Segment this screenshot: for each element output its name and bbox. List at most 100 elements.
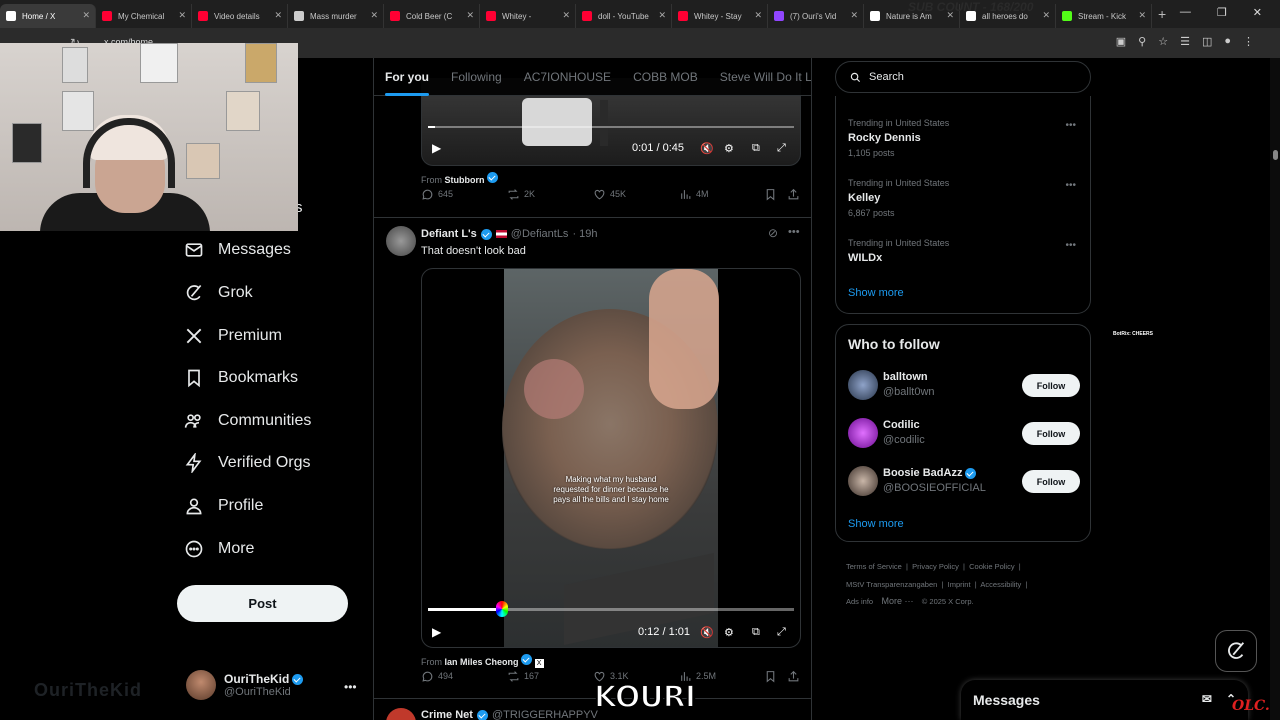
extensions-icon[interactable]: ☰ <box>1180 35 1190 48</box>
trend-more-icon[interactable]: ••• <box>1065 240 1076 251</box>
scrollbar[interactable] <box>1270 58 1280 720</box>
settings-icon[interactable]: ⚙ <box>724 626 734 639</box>
reply-button[interactable]: 494 <box>421 670 453 683</box>
close-tab-icon[interactable]: ✕ <box>754 10 762 21</box>
trend-item[interactable]: Trending in United States Rocky Dennis 1… <box>848 118 949 158</box>
footer-link[interactable]: Ads info <box>846 597 873 606</box>
sidebar-item-messages[interactable]: Messages <box>184 240 291 260</box>
share-icon[interactable] <box>787 670 800 683</box>
trend-item[interactable]: Trending in United States WILDx <box>848 238 949 264</box>
close-window-icon[interactable]: ✕ <box>1253 6 1262 19</box>
close-tab-icon[interactable]: ✕ <box>850 10 858 21</box>
footer-more[interactable]: More ··· <box>881 596 913 606</box>
footer-link[interactable]: Privacy Policy <box>912 562 959 571</box>
follow-suggestion[interactable]: Codilic @codilic Follow <box>848 418 1080 450</box>
follow-suggestion[interactable]: Boosie BadAzz @BOOSIEOFFICIAL Follow <box>848 466 1080 498</box>
sidebar-item-more[interactable]: More <box>184 539 254 559</box>
sidebar-item-premium[interactable]: Premium <box>184 326 282 346</box>
share-icon[interactable] <box>787 188 800 201</box>
browser-tab[interactable]: Stream - Kick ✕ <box>1056 4 1152 28</box>
repost-button[interactable]: 2K <box>507 188 535 201</box>
footer-link[interactable]: Cookie Policy <box>969 562 1014 571</box>
browser-tab[interactable]: Mass murder ✕ <box>288 4 384 28</box>
post-time[interactable]: · 19h <box>572 228 597 240</box>
star-icon[interactable]: ☆ <box>1158 35 1168 48</box>
tab-for-you[interactable]: For you <box>374 58 440 96</box>
settings-icon[interactable]: ⚙ <box>724 142 734 155</box>
post2-video[interactable]: Making what my husband requested for din… <box>421 268 801 648</box>
footer-link[interactable]: Terms of Service <box>846 562 902 571</box>
close-tab-icon[interactable]: ✕ <box>658 10 666 21</box>
close-tab-icon[interactable]: ✕ <box>562 10 570 21</box>
browser-tab[interactable]: (7) Ouri's Vid ✕ <box>768 4 864 28</box>
account-switcher[interactable]: OuriTheKid @OuriTheKid <box>186 670 304 700</box>
pip-icon[interactable]: ⧉ <box>752 142 760 155</box>
sidepanel-icon[interactable]: ◫ <box>1202 35 1212 48</box>
cast-icon[interactable]: ▣ <box>1116 35 1126 48</box>
close-tab-icon[interactable]: ✕ <box>370 10 378 21</box>
follow-button[interactable]: Follow <box>1022 470 1080 493</box>
close-tab-icon[interactable]: ✕ <box>274 10 282 21</box>
progress-track[interactable] <box>428 608 794 611</box>
follow-button[interactable]: Follow <box>1022 374 1080 397</box>
footer-link[interactable]: Accessibility <box>980 580 1021 589</box>
tab-steve-will-do-it[interactable]: Steve Will Do It Loyal <box>709 58 811 96</box>
author-handle[interactable]: @DefiantLs <box>511 228 569 240</box>
author-name[interactable]: Crime Net <box>421 709 473 720</box>
close-tab-icon[interactable]: ✕ <box>466 10 474 21</box>
post-more-icon[interactable]: ••• <box>788 226 800 238</box>
avatar[interactable] <box>386 708 416 720</box>
progress-track[interactable] <box>428 126 794 128</box>
new-message-icon[interactable]: ✉ <box>1202 692 1212 706</box>
play-icon[interactable]: ▶ <box>432 141 441 155</box>
close-tab-icon[interactable]: ✕ <box>178 10 186 21</box>
sidebar-item-communities[interactable]: Communities <box>184 411 311 431</box>
browser-tab[interactable]: doll - YouTube ✕ <box>576 4 672 28</box>
sidebar-item-bookmarks[interactable]: Bookmarks <box>184 368 298 388</box>
profile-icon[interactable]: ● <box>1224 35 1231 48</box>
trend-more-icon[interactable]: ••• <box>1065 120 1076 131</box>
close-tab-icon[interactable]: ✕ <box>82 10 90 21</box>
search-input[interactable]: Search <box>835 61 1091 93</box>
close-tab-icon[interactable]: ✕ <box>1138 10 1146 21</box>
zoom-icon[interactable]: ⚲ <box>1138 35 1146 48</box>
sidebar-item-grok[interactable]: Grok <box>184 283 253 303</box>
bookmark-icon[interactable] <box>764 670 777 683</box>
follow-button[interactable]: Follow <box>1022 422 1080 445</box>
browser-tab[interactable]: Whitey - ✕ <box>480 4 576 28</box>
footer-link[interactable]: Imprint <box>948 580 971 589</box>
grok-icon[interactable]: ⊘ <box>768 226 778 240</box>
browser-tab[interactable]: Whitey - Stay ✕ <box>672 4 768 28</box>
menu-icon[interactable]: ⋮ <box>1243 35 1254 48</box>
trend-more-icon[interactable]: ••• <box>1065 180 1076 191</box>
pip-icon[interactable]: ⧉ <box>752 626 760 639</box>
source-account[interactable]: Stubborn <box>445 175 485 185</box>
tab-ac7ionhouse[interactable]: AC7IONHOUSE <box>513 58 622 96</box>
tab-cobb-mob[interactable]: COBB MOB <box>622 58 709 96</box>
browser-tab[interactable]: Cold Beer (C ✕ <box>384 4 480 28</box>
bookmark-icon[interactable] <box>764 188 777 201</box>
views-button[interactable]: 4M <box>679 188 709 201</box>
grok-button[interactable] <box>1215 630 1257 672</box>
post-button[interactable]: Post <box>177 585 348 622</box>
author-handle[interactable]: @TRIGGERHAPPYV <box>492 709 598 720</box>
avatar[interactable] <box>386 226 416 256</box>
trend-item[interactable]: Trending in United States Kelley 6,867 p… <box>848 178 949 218</box>
minimize-icon[interactable]: — <box>1180 6 1191 19</box>
scrollbar-thumb[interactable] <box>1273 150 1278 160</box>
footer-link[interactable]: MStV Transparenzangaben <box>846 580 937 589</box>
browser-tab[interactable]: Video details ✕ <box>192 4 288 28</box>
show-more-link[interactable]: Show more <box>848 287 904 299</box>
fullscreen-icon[interactable]: ⤢ <box>777 142 786 155</box>
play-icon[interactable]: ▶ <box>432 625 441 639</box>
browser-tab[interactable]: My Chemical ✕ <box>96 4 192 28</box>
follow-suggestion[interactable]: balltown @ballt0wn Follow <box>848 370 1080 402</box>
show-more-link[interactable]: Show more <box>848 518 904 530</box>
source-account[interactable]: Ian Miles Cheong <box>445 657 519 667</box>
browser-tab[interactable]: Home / X ✕ <box>0 4 96 28</box>
account-more-icon[interactable]: ••• <box>344 680 357 694</box>
author-name[interactable]: Defiant L's <box>421 228 477 240</box>
tab-following[interactable]: Following <box>440 58 513 96</box>
reply-button[interactable]: 645 <box>421 188 453 201</box>
sidebar-item-verified-orgs[interactable]: Verified Orgs <box>184 453 310 473</box>
